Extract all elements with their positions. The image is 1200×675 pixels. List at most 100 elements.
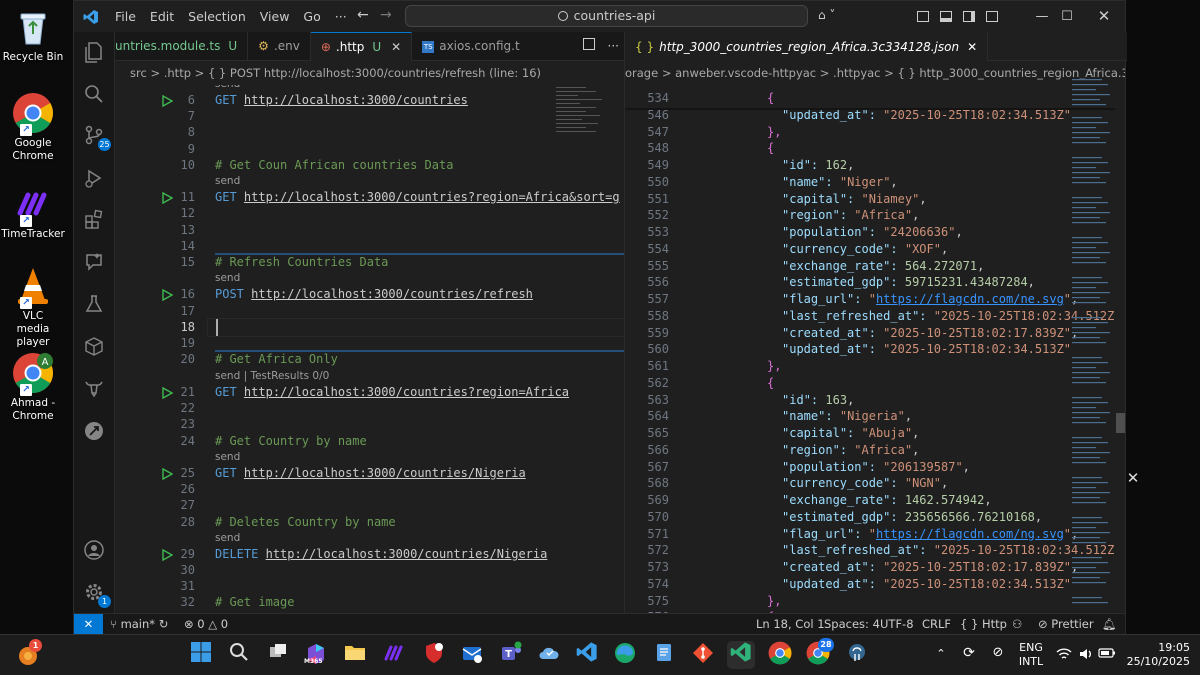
battery-icon[interactable]: [1098, 647, 1116, 663]
encoding-status[interactable]: UTF-8: [880, 614, 914, 634]
toggle-secondary-sidebar-icon[interactable]: [963, 11, 975, 22]
extensions-icon[interactable]: [82, 208, 106, 232]
widgets-icon[interactable]: 1: [14, 639, 42, 669]
input-language-indicator[interactable]: ENG INTL: [1016, 641, 1046, 669]
chrome-taskbar-icon[interactable]: [766, 641, 794, 669]
copilot-chat-icon[interactable]: [82, 250, 106, 274]
volume-icon[interactable]: [1078, 647, 1096, 665]
right-code-editor[interactable]: 534 {546 "updated_at": "2025-10-25T18:02:3…: [625, 85, 1115, 613]
request-url[interactable]: http://localhost:3000/countries/Nigeria: [266, 547, 548, 561]
codelens-send-link[interactable]: send: [215, 532, 240, 544]
split-editor-icon[interactable]: [583, 38, 595, 50]
file-explorer-icon[interactable]: [341, 641, 369, 669]
toggle-panel-icon[interactable]: [940, 11, 952, 22]
json-value[interactable]: https://flagcdn.com/ne.svg: [876, 292, 1064, 306]
prettier-status[interactable]: ⊘ Prettier: [1038, 614, 1094, 634]
menu-file[interactable]: File: [108, 1, 143, 32]
desktop-icon-ahmad-chrome[interactable]: A ↗ Ahmad - Chrome: [0, 352, 66, 423]
bull-extension-icon[interactable]: [82, 377, 106, 401]
codelens-send-link[interactable]: send: [215, 85, 240, 90]
wifi-icon[interactable]: [1056, 647, 1072, 665]
location-off-icon[interactable]: ⊘: [988, 646, 1008, 660]
tab-close-icon[interactable]: ✕: [391, 40, 401, 54]
tab-close-icon[interactable]: ✕: [967, 40, 977, 54]
command-center-search[interactable]: countries-api: [405, 5, 808, 27]
menu-go[interactable]: Go: [296, 1, 327, 32]
left-code-editor[interactable]: 6sendGET http://localhost:3000/countries…: [115, 85, 625, 613]
more-actions-icon[interactable]: ···: [608, 32, 619, 61]
codelens-send-link[interactable]: send: [215, 451, 240, 463]
vscode-active-taskbar-icon[interactable]: [727, 641, 755, 669]
source-control-icon[interactable]: 25: [82, 124, 111, 151]
language-mode[interactable]: { } Http: [960, 614, 1007, 634]
desktop-icon-google-chrome[interactable]: ↗ Google Chrome: [0, 92, 66, 163]
right-breadcrumb[interactable]: orage > anweber.vscode-httpyac > .httpya…: [625, 62, 1125, 84]
right-minimap[interactable]: [1070, 77, 1116, 613]
codelens-send-link[interactable]: send: [215, 272, 240, 284]
tab-json-response[interactable]: { } http_3000_countries_region_Africa.3c3…: [625, 32, 989, 61]
chrome-profile-taskbar-icon[interactable]: 28: [804, 638, 834, 669]
json-value[interactable]: https://flagcdn.com/ng.svg: [876, 527, 1064, 541]
customize-layout-icon[interactable]: [986, 11, 998, 22]
forward-arrow-icon[interactable]: →: [380, 7, 392, 23]
request-url[interactable]: http://localhost:3000/countries/refresh: [251, 287, 533, 301]
run-request-play-icon[interactable]: [161, 191, 174, 205]
git-branch-status[interactable]: ⑂ main* ↻: [110, 614, 168, 634]
settings-gear-icon[interactable]: 1: [82, 581, 111, 608]
menu-selection[interactable]: Selection: [181, 1, 253, 32]
back-arrow-icon[interactable]: ←: [357, 7, 369, 23]
edge-icon[interactable]: [611, 641, 639, 669]
left-breadcrumb[interactable]: src > .http > { } POST http://localhost:…: [130, 62, 620, 84]
tab-axios-config[interactable]: TS axios.config.t: [412, 32, 529, 61]
menu-edit[interactable]: Edit: [143, 1, 181, 32]
remote-indicator-icon[interactable]: ✕: [74, 614, 103, 634]
notepad-icon[interactable]: [650, 641, 678, 669]
indentation-status[interactable]: Spaces: 4: [824, 614, 880, 634]
request-url[interactable]: http://localhost:3000/countries/Nigeria: [244, 466, 526, 480]
security-app-icon[interactable]: [420, 641, 448, 669]
background-window-close-icon[interactable]: ✕: [1120, 468, 1146, 488]
microsoft-365-icon[interactable]: M365: [302, 641, 330, 669]
clock[interactable]: 19:05 25/10/2025: [1124, 641, 1190, 669]
toggle-primary-sidebar-icon[interactable]: [917, 11, 929, 22]
show-hidden-icons-chevron[interactable]: ⌃: [934, 647, 948, 661]
containers-icon[interactable]: [82, 335, 106, 359]
account-icon[interactable]: [82, 539, 106, 563]
copilot-status-icon[interactable]: ⚇: [1012, 614, 1022, 634]
eol-status[interactable]: CRLF: [922, 614, 951, 634]
request-url[interactable]: http://localhost:3000/countries: [244, 93, 468, 107]
menu-view[interactable]: View: [253, 1, 297, 32]
postgres-icon[interactable]: [843, 641, 871, 669]
sync-tray-icon[interactable]: ⟳: [958, 646, 980, 660]
start-button[interactable]: [187, 641, 215, 669]
cursor-position[interactable]: Ln 18, Col 1: [756, 614, 825, 634]
tab-env[interactable]: ⚙ .env: [248, 32, 311, 61]
search-icon[interactable]: [82, 83, 106, 107]
run-request-play-icon[interactable]: [161, 94, 174, 108]
task-view-icon[interactable]: [264, 641, 292, 669]
copilot-icon[interactable]: ⌂ ˅: [818, 8, 844, 24]
git-app-icon[interactable]: [689, 641, 717, 669]
run-request-play-icon[interactable]: [161, 288, 174, 302]
timetracker-taskbar-icon[interactable]: [380, 641, 408, 669]
notifications-bell-icon[interactable]: 🔔︎: [1102, 614, 1117, 634]
run-request-play-icon[interactable]: [161, 386, 174, 400]
tab-http[interactable]: ⊕ .http U ✕: [310, 32, 413, 61]
run-request-play-icon[interactable]: [161, 467, 174, 481]
explorer-icon[interactable]: [82, 41, 106, 65]
close-button[interactable]: ✕: [1084, 1, 1124, 32]
right-scrollbar-thumb[interactable]: [1116, 413, 1125, 433]
run-debug-icon[interactable]: [82, 167, 106, 191]
cloud-app-icon[interactable]: [535, 641, 563, 669]
teams-icon[interactable]: T: [497, 641, 525, 669]
maximize-button[interactable]: ☐: [1047, 1, 1087, 32]
menu-more[interactable]: ···: [328, 1, 354, 32]
desktop-icon-vlc[interactable]: ↗ VLC media player: [0, 265, 66, 349]
run-request-play-icon[interactable]: [161, 548, 174, 562]
mail-app-icon[interactable]: [458, 641, 486, 669]
desktop-icon-recycle-bin[interactable]: Recycle Bin: [0, 6, 66, 64]
vscode-taskbar-icon[interactable]: [573, 641, 601, 669]
desktop-icon-timetracker[interactable]: ↗ TimeTracker: [0, 183, 66, 241]
left-minimap[interactable]: [552, 85, 622, 613]
taskbar-search-icon[interactable]: [225, 641, 253, 669]
